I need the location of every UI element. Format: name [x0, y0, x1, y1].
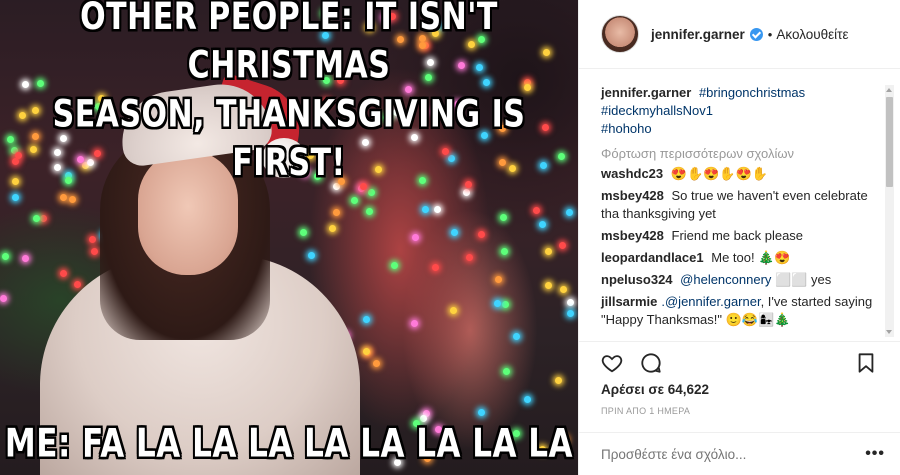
post-side-panel: jennifer.garner • Ακολουθείτε jennifer.g…: [578, 0, 900, 475]
heart-icon[interactable]: [601, 352, 623, 374]
meme-bottom-text: ME: FA LA LA LA LA LA LA LA LA: [4, 421, 574, 467]
mention-link[interactable]: .@jennifer.garner: [661, 294, 760, 309]
scrollbar-thumb[interactable]: [886, 97, 893, 187]
comments-scrollbar[interactable]: [885, 85, 894, 337]
hashtag-link[interactable]: #ideckmyhallsNov1: [601, 103, 713, 118]
comment-username[interactable]: jillsarmie: [601, 294, 657, 309]
following-button[interactable]: Ακολουθείτε: [776, 27, 848, 42]
comment-username[interactable]: washdc23: [601, 166, 663, 181]
comment-item: jillsarmie .@jennifer.garner, I've starte…: [601, 293, 875, 329]
meme-top-line-2: SEASON, THANKSGIVING IS FIRST!: [52, 92, 526, 186]
comment-username[interactable]: npeluso324: [601, 272, 673, 287]
comment-text: ⬜⬜ yes: [775, 272, 832, 287]
comment-username[interactable]: leopardandlace1: [601, 250, 704, 265]
post-timestamp[interactable]: ΠΡΙΝ ΑΠΟ 1 ΗΜΕΡΑ: [601, 406, 690, 416]
add-comment-bar: •••: [579, 432, 900, 475]
meme-top-text: OTHER PEOPLE: IT ISN'T CHRISTMAS SEASON,…: [0, 0, 578, 188]
comment-text: Friend me back please: [671, 228, 804, 243]
comment-icon[interactable]: [640, 352, 662, 374]
post-photo[interactable]: OTHER PEOPLE: IT ISN'T CHRISTMAS SEASON,…: [0, 0, 578, 475]
comment-item: msbey428 So true we haven't even celebra…: [601, 187, 875, 223]
verified-badge-icon: [749, 27, 763, 41]
caption: jennifer.garner #bringonchristmas #ideck…: [601, 84, 875, 138]
comment-item: npeluso324 @helenconnery ⬜⬜ yes: [601, 271, 875, 289]
header-username[interactable]: jennifer.garner: [651, 27, 745, 42]
meme-top-line-1: OTHER PEOPLE: IT ISN'T CHRISTMAS: [80, 0, 498, 88]
scroll-up-arrow-icon[interactable]: [886, 88, 892, 92]
comment-item: msbey428 Friend me back please: [601, 227, 875, 245]
caption-username[interactable]: jennifer.garner: [601, 85, 691, 100]
comment-username[interactable]: msbey428: [601, 188, 664, 203]
comment-item: leopardandlace1 Me too! 🎄😍: [601, 249, 875, 267]
comment-text: 😍✋😍✋😍✋: [670, 166, 768, 181]
scroll-down-arrow-icon[interactable]: [886, 330, 892, 334]
comment-username[interactable]: msbey428: [601, 228, 664, 243]
add-comment-input[interactable]: [601, 446, 831, 462]
load-more-comments[interactable]: Φόρτωση περισσότερων σχολίων: [601, 146, 875, 161]
header-separator: •: [767, 26, 773, 42]
more-options-icon[interactable]: •••: [865, 445, 885, 463]
hashtag-link[interactable]: #hohoho: [601, 121, 652, 136]
avatar[interactable]: [601, 15, 639, 53]
comment-item: washdc23 😍✋😍✋😍✋: [601, 165, 875, 183]
post-header: jennifer.garner • Ακολουθείτε: [579, 0, 900, 69]
comments-list[interactable]: jennifer.garner #bringonchristmas #ideck…: [579, 78, 900, 340]
mention-link[interactable]: @helenconnery: [680, 272, 771, 287]
comment-text: Me too! 🎄😍: [711, 250, 791, 265]
action-bar: [579, 341, 900, 381]
bookmark-icon[interactable]: [855, 352, 877, 374]
hashtag-link[interactable]: #bringonchristmas: [699, 85, 805, 100]
likes-count[interactable]: Αρέσει σε 64,622: [601, 382, 709, 397]
